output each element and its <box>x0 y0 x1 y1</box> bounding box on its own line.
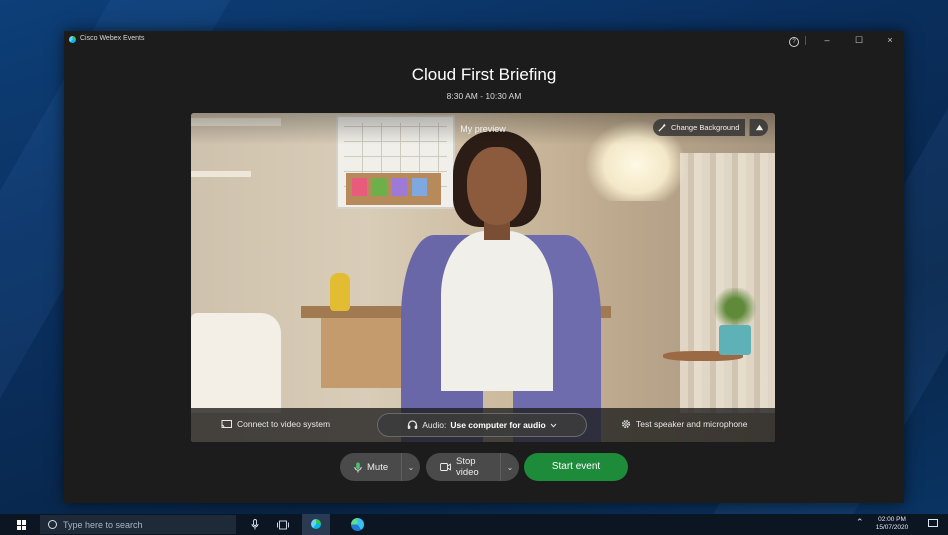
app-name: Cisco Webex Events <box>80 35 145 42</box>
stop-video-label: Stop video <box>456 456 479 478</box>
pillow <box>191 313 281 413</box>
help-button[interactable]: ? <box>787 33 801 47</box>
plant-pot <box>719 325 751 355</box>
task-view-icon[interactable] <box>275 517 291 532</box>
effects-icon <box>750 123 768 132</box>
sticky-note <box>412 178 427 196</box>
person-shirt <box>441 231 553 391</box>
connect-video-label: Connect to video system <box>237 419 331 429</box>
background-options-button[interactable] <box>749 119 768 136</box>
notification-icon[interactable] <box>928 519 938 527</box>
curtain <box>680 153 775 413</box>
minimize-button[interactable]: – <box>816 33 838 47</box>
vase <box>330 273 350 311</box>
microphone-icon <box>354 462 362 473</box>
gear-icon <box>621 419 631 429</box>
sticky-note <box>372 178 387 196</box>
maximize-button[interactable]: ☐ <box>848 33 870 47</box>
audio-options-button[interactable]: ⌄ <box>401 453 420 481</box>
wall-shelf <box>191 171 251 177</box>
plant <box>711 288 759 328</box>
webex-taskbar-icon[interactable] <box>302 514 330 535</box>
app-window: Cisco Webex Events ? – ☐ × Cloud First B… <box>64 31 904 503</box>
video-preview: My preview Change Background Connect to … <box>191 113 775 442</box>
person-face <box>467 147 527 225</box>
close-button[interactable]: × <box>879 33 901 47</box>
microphone-icon[interactable] <box>248 517 262 532</box>
chevron-down-icon: ⌄ <box>407 462 415 472</box>
magic-wand-icon <box>658 123 667 132</box>
sticky-note <box>352 178 367 196</box>
mute-button[interactable]: Mute ⌄ <box>340 453 420 481</box>
mute-main[interactable]: Mute <box>340 453 401 481</box>
edge-logo-icon <box>350 518 364 531</box>
event-time: 8:30 AM - 10:30 AM <box>446 91 522 101</box>
cast-icon <box>221 419 232 429</box>
audio-prefix: Audio: <box>422 420 447 430</box>
stop-video-button[interactable]: Stop video ⌄ <box>426 453 519 481</box>
sticky-note <box>392 178 407 196</box>
mute-label: Mute <box>367 461 389 473</box>
chevron-up-icon[interactable]: ⌃ <box>856 517 864 528</box>
stop-video-main[interactable]: Stop video <box>426 453 500 481</box>
taskbar: Type here to search ⌃ 02:00 PM 15/07/202… <box>0 514 948 535</box>
search-placeholder: Type here to search <box>63 519 143 530</box>
meeting-controls: Mute ⌄ Stop video ⌄ Start event <box>64 453 904 483</box>
desk-drawer <box>321 318 411 388</box>
taskbar-search-input[interactable]: Type here to search <box>40 515 236 534</box>
event-title: Cloud First Briefing <box>411 65 557 84</box>
headset-icon <box>407 420 418 430</box>
connect-video-system-button[interactable]: Connect to video system <box>221 419 330 429</box>
audio-connection-dropdown[interactable]: Audio: Use computer for audio <box>377 413 587 437</box>
windows-start-icon[interactable] <box>17 520 27 530</box>
webex-logo-icon <box>311 519 321 529</box>
help-icon: ? <box>789 37 799 47</box>
test-speaker-label: Test speaker and microphone <box>636 419 748 429</box>
chevron-down-icon: ⌄ <box>506 462 514 472</box>
system-clock[interactable]: 02:00 PM 15/07/2020 <box>868 516 916 532</box>
preview-toolbar: Connect to video system Audio: Use compu… <box>191 408 775 442</box>
webex-logo-icon <box>69 36 76 43</box>
test-speaker-microphone-button[interactable]: Test speaker and microphone <box>621 419 748 429</box>
clock-date: 15/07/2020 <box>875 524 909 531</box>
start-event-button[interactable]: Start event <box>524 453 628 481</box>
edge-browser-icon[interactable] <box>347 517 367 532</box>
video-options-button[interactable]: ⌄ <box>500 453 519 481</box>
camera-icon <box>440 463 451 471</box>
titlebar-divider <box>805 36 806 45</box>
chevron-down-icon <box>550 423 557 428</box>
title-bar[interactable]: Cisco Webex Events ? – ☐ × <box>64 31 904 49</box>
clock-time: 02:00 PM <box>878 516 906 523</box>
change-background-button[interactable]: Change Background <box>653 119 746 136</box>
audio-value: Use computer for audio <box>450 420 546 430</box>
cortana-icon <box>48 520 57 529</box>
change-background-label: Change Background <box>671 123 740 132</box>
